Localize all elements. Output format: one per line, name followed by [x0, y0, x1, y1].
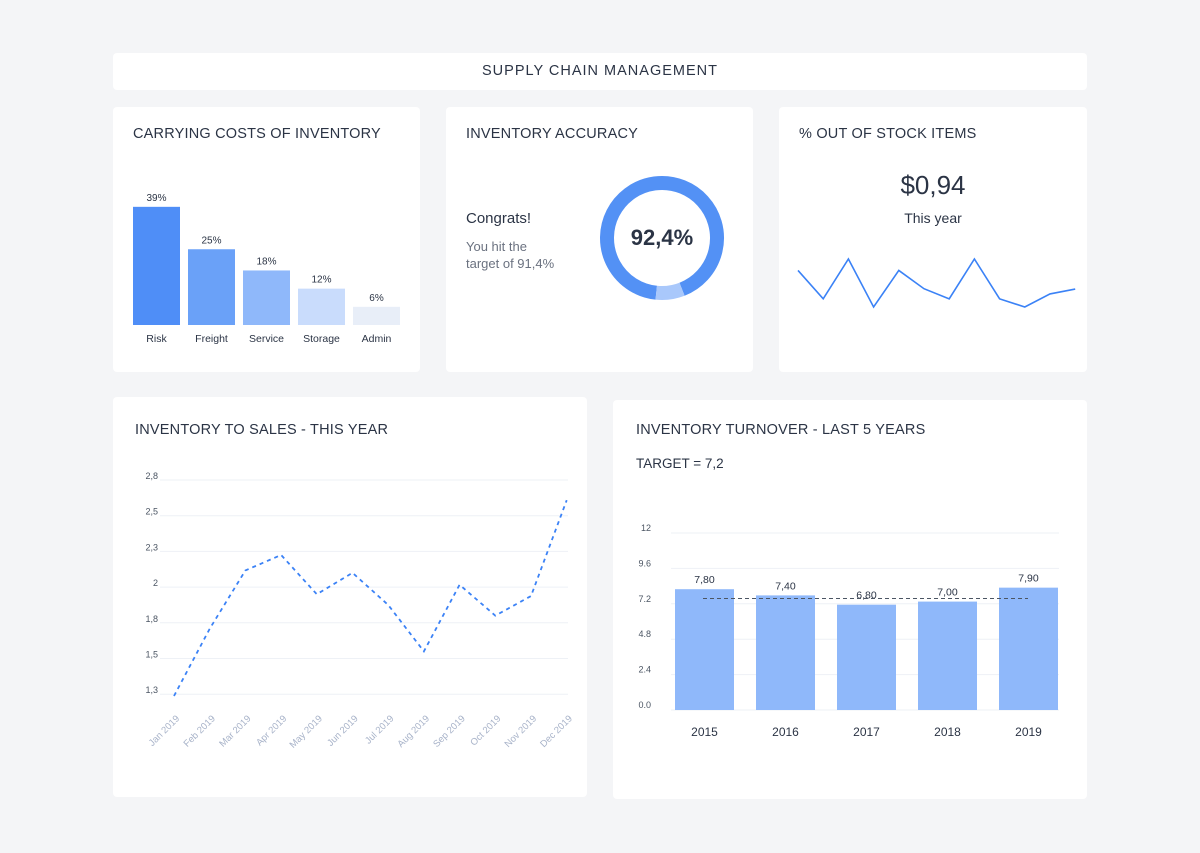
bar-value-label: 6% [369, 293, 384, 304]
page-title: SUPPLY CHAIN MANAGEMENT [482, 63, 718, 79]
x-tick-label: Apr 2019 [254, 713, 289, 748]
inventory-to-sales-chart: 2,8 2,5 2,3 2 1,8 1,5 1,3 Jan 2019 Feb 2019 Mar 2… [145, 471, 575, 751]
bar-risk [133, 206, 180, 325]
bar-value-label: 12% [311, 275, 331, 286]
inventory-accuracy-card: INVENTORY ACCURACY Congrats! You hit the… [446, 107, 753, 372]
bar-value-label: 39% [146, 193, 166, 204]
bar-2017 [837, 604, 896, 710]
donut-value: 92,4% [630, 225, 694, 250]
x-tick-label: Jan 2019 [147, 713, 182, 748]
x-tick-label: Feb 2019 [182, 713, 218, 749]
x-tick-label: Nov 2019 [503, 713, 540, 750]
bar-category-label: Freight [195, 333, 228, 345]
y-tick-label: 2,5 [145, 507, 158, 517]
x-tick-label: 2016 [772, 725, 799, 739]
sales-line [173, 499, 568, 697]
bar-2019 [999, 587, 1058, 710]
bar-2016 [756, 595, 815, 710]
bar-category-label: Admin [362, 333, 392, 345]
bar-2015 [675, 589, 734, 710]
x-tick-label: Jul 2019 [363, 713, 396, 746]
bar-category-label: Service [249, 333, 284, 345]
carrying-costs-chart: 39% Risk 25% Freight 18% Service 12% Storage 6% A… [133, 193, 400, 345]
x-tick-label: Aug 2019 [395, 713, 432, 750]
y-tick-label: 2.4 [638, 665, 651, 675]
bar-value-label: 7,40 [775, 580, 796, 592]
bar-value-label: 6,80 [856, 590, 877, 602]
header-bar: SUPPLY CHAIN MANAGEMENT [113, 53, 1087, 90]
x-tick-label: 2015 [691, 725, 718, 739]
inventory-turnover-card: INVENTORY TURNOVER - LAST 5 YEARS TARGET… [613, 400, 1087, 799]
y-tick-label: 7.2 [638, 594, 651, 604]
y-tick-label: 1,8 [145, 614, 158, 624]
y-tick-label: 9.6 [638, 558, 651, 568]
inventory-to-sales-card: INVENTORY TO SALES - THIS YEAR 2,8 2,5 2,3… [113, 397, 587, 797]
y-tick-label: 4.8 [638, 629, 651, 639]
x-tick-label: 2019 [1015, 725, 1042, 739]
x-tick-label: Jun 2019 [325, 713, 360, 748]
x-tick-label: 2017 [853, 725, 880, 739]
bar-freight [188, 249, 235, 325]
out-of-stock-card: % OUT OF STOCK ITEMS $0,94 This year [779, 107, 1087, 372]
bar-admin [353, 306, 400, 325]
y-tick-label: 0.0 [638, 700, 651, 710]
y-tick-label: 2 [153, 578, 158, 588]
y-tick-label: 2,8 [145, 471, 158, 481]
bar-value-label: 7,90 [1018, 573, 1039, 585]
x-tick-label: May 2019 [288, 713, 325, 750]
y-tick-label: 12 [641, 523, 651, 533]
carrying-costs-card: CARRYING COSTS OF INVENTORY 39% Risk 25% Fr… [113, 107, 420, 372]
bar-value-label: 18% [256, 256, 276, 267]
bar-value-label: 25% [201, 235, 221, 246]
bar-service [243, 270, 290, 325]
inventory-turnover-chart: 12 9.6 7.2 4.8 2.4 0.0 7,80 2015 7,40 2016 6,80 201… [638, 523, 1059, 739]
x-tick-label: Mar 2019 [217, 713, 253, 749]
y-tick-label: 2,3 [145, 542, 158, 552]
x-tick-label: Dec 2019 [538, 713, 575, 750]
x-tick-label: Oct 2019 [468, 713, 503, 748]
x-tick-label: 2018 [934, 725, 961, 739]
x-tick-label: Sep 2019 [431, 713, 468, 750]
bar-category-label: Risk [146, 333, 167, 345]
bar-value-label: 7,80 [694, 574, 715, 586]
bar-value-label: 7,00 [937, 587, 958, 599]
y-tick-label: 1,5 [145, 650, 158, 660]
bar-category-label: Storage [303, 333, 340, 345]
y-tick-label: 1,3 [145, 685, 158, 695]
bar-storage [298, 288, 345, 325]
bar-2018 [918, 601, 977, 710]
sparkline [797, 257, 1076, 309]
donut-remaining-segment [655, 282, 685, 300]
stock-sparkline [797, 257, 1076, 309]
